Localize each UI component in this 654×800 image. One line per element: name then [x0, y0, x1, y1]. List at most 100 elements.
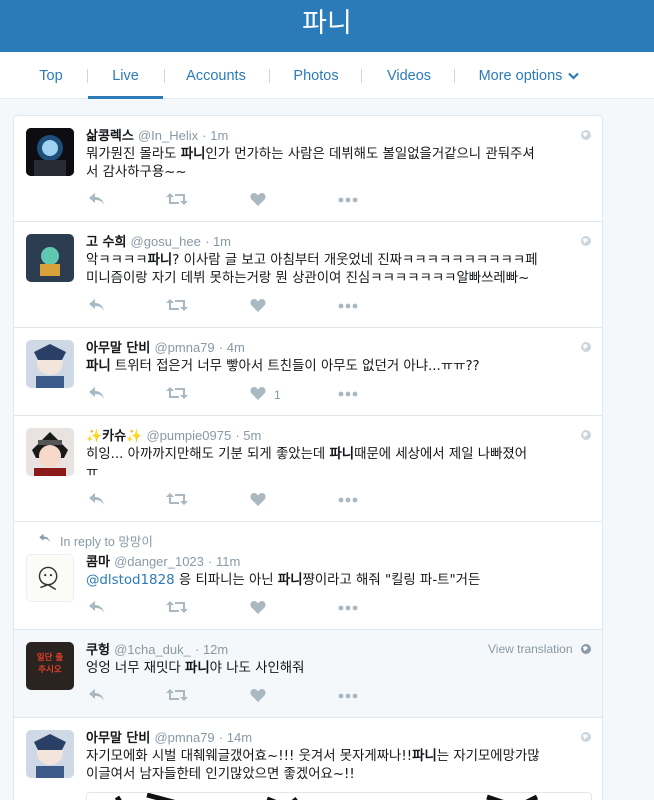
tweet-actions	[86, 192, 386, 210]
more-icon[interactable]	[338, 303, 358, 309]
tweet-header: ✨카슈✨ @pumpie0975 · 5m	[86, 428, 261, 445]
tab-more-options[interactable]: More options	[474, 52, 584, 99]
tab-accounts[interactable]: Accounts	[180, 52, 252, 99]
tweet-actions: 1	[86, 386, 386, 404]
timestamp[interactable]: · 12m	[195, 642, 228, 657]
display-name[interactable]: 쿠헝	[86, 643, 110, 658]
like-icon[interactable]	[250, 492, 266, 506]
handle[interactable]: @pmna79	[154, 730, 214, 745]
timestamp[interactable]: · 4m	[219, 340, 245, 355]
tweet-text: 히잉... 아까까지만해도 기분 되게 좋았는데 파니때문에 세상에서 제일 나…	[86, 446, 596, 482]
tweet-actions	[86, 298, 386, 316]
tweet-header: 아무말 단비 @pmna79 · 4m	[86, 340, 245, 357]
tweet-text: 파니 트위터 접은거 너무 빻아서 트친들이 아무도 없던거 아냐...ㅠㅠ??	[86, 358, 596, 376]
tweet[interactable]: In reply to 망망이 콤마 @danger_1023 · 11m @d…	[14, 522, 602, 630]
search-title: 파니	[302, 8, 352, 39]
globe-icon	[581, 732, 591, 742]
more-icon[interactable]	[338, 693, 358, 699]
reply-icon[interactable]	[88, 298, 106, 312]
display-name[interactable]: 고 수희	[86, 235, 126, 250]
tab-divider	[454, 69, 455, 83]
avatar[interactable]	[26, 730, 74, 778]
avatar-text: 일단 출 추시오	[36, 653, 64, 675]
display-name[interactable]: 삶콩렉스	[86, 129, 134, 144]
retweet-icon[interactable]	[166, 298, 188, 312]
tweet[interactable]: 고 수희 @gosu_hee · 1m 악ㅋㅋㅋㅋ파니? 이사람 글 보고 아침…	[14, 222, 602, 328]
tweet[interactable]: 일단 출 추시오 쿠헝 @1cha_duk_ · 12m View transl…	[14, 630, 602, 718]
tweet-header: 삶콩렉스 @In_Helix · 1m	[86, 128, 228, 145]
handle[interactable]: @In_Helix	[138, 128, 198, 143]
reply-icon[interactable]	[88, 492, 106, 506]
like-icon[interactable]	[250, 298, 266, 312]
retweet-icon[interactable]	[166, 688, 188, 702]
more-icon[interactable]	[338, 197, 358, 203]
reply-icon[interactable]	[88, 688, 106, 702]
avatar[interactable]	[26, 128, 74, 176]
timestamp[interactable]: · 1m	[205, 234, 231, 249]
more-icon[interactable]	[338, 391, 358, 397]
timestamp[interactable]: · 14m	[219, 730, 252, 745]
display-name[interactable]: 아무말 단비	[86, 731, 150, 746]
timeline: 삶콩렉스 @In_Helix · 1m 뭐가뭔진 몰라도 파니인가 먼가하는 사…	[13, 115, 603, 800]
tab-divider	[164, 69, 165, 83]
handle[interactable]: @danger_1023	[114, 554, 204, 569]
tweet-line: 악ㅋㅋㅋㅋ파니? 이사람 글 보고 아침부터 개웃었네 진짜ㅋㅋㅋㅋㅋㅋㅋㅋㅋㅋ…	[86, 253, 538, 268]
tab-top[interactable]: Top	[32, 52, 70, 99]
chevron-down-icon	[568, 72, 580, 80]
display-name[interactable]: 콤마	[86, 555, 110, 570]
retweet-icon[interactable]	[166, 492, 188, 506]
tweet-actions	[86, 492, 386, 510]
handle[interactable]: @gosu_hee	[131, 234, 201, 249]
tweet-text: @dlstod1828 응 티파니는 아닌 파니쨩이라고 해줘 "킬링 파-트"…	[86, 572, 596, 590]
retweet-icon[interactable]	[166, 600, 188, 614]
avatar[interactable]	[26, 428, 74, 476]
timestamp[interactable]: · 11m	[208, 554, 240, 569]
reply-icon	[39, 533, 50, 543]
like-icon[interactable]	[250, 688, 266, 702]
tab-videos[interactable]: Videos	[381, 52, 437, 99]
tab-photos[interactable]: Photos	[288, 52, 344, 99]
avatar[interactable]	[26, 340, 74, 388]
timestamp[interactable]: · 5m	[235, 428, 261, 443]
display-name[interactable]: ✨카슈✨	[86, 429, 142, 444]
handle[interactable]: @pumpie0975	[146, 428, 231, 443]
tweet-line: 뭐가뭔진 몰라도 파니인가 먼가하는 사람은 데뷔해도 볼일없을거같으니 관둬주…	[86, 147, 535, 162]
globe-icon	[581, 644, 591, 654]
like-icon[interactable]	[250, 192, 266, 206]
avatar[interactable]	[26, 554, 74, 602]
display-name[interactable]: 아무말 단비	[86, 341, 150, 356]
reply-icon[interactable]	[88, 386, 106, 400]
tweet-line: 히잉... 아까까지만해도 기분 되게 좋았는데 파니때문에 세상에서 제일 나…	[86, 447, 528, 462]
handle[interactable]: @pmna79	[154, 340, 214, 355]
tweet-header: 고 수희 @gosu_hee · 1m	[86, 234, 231, 251]
tweet[interactable]: ✨카슈✨ @pumpie0975 · 5m 히잉... 아까까지만해도 기분 되…	[14, 416, 602, 522]
more-icon[interactable]	[338, 605, 358, 611]
tweet-text: 악ㅋㅋㅋㅋ파니? 이사람 글 보고 아침부터 개웃었네 진짜ㅋㅋㅋㅋㅋㅋㅋㅋㅋㅋ…	[86, 252, 596, 288]
view-translation-link[interactable]: View translation	[488, 642, 573, 656]
tweet-header: 콤마 @danger_1023 · 11m	[86, 554, 240, 571]
mention-link[interactable]: @dlstod1828	[86, 573, 175, 588]
retweet-icon[interactable]	[166, 192, 188, 206]
tweet-header: 아무말 단비 @pmna79 · 14m	[86, 730, 252, 747]
like-icon[interactable]	[250, 600, 266, 614]
retweet-icon[interactable]	[166, 386, 188, 400]
media-preview[interactable]	[86, 792, 592, 800]
tweet-text: 엉엉 너무 재밋다 파니야 나도 사인해줘	[86, 660, 596, 678]
avatar[interactable]	[26, 234, 74, 282]
tweet[interactable]: 삶콩렉스 @In_Helix · 1m 뭐가뭔진 몰라도 파니인가 먼가하는 사…	[14, 116, 602, 222]
tab-live[interactable]: Live	[88, 52, 163, 99]
tweet[interactable]: 아무말 단비 @pmna79 · 4m 파니 트위터 접은거 너무 빻아서 트친…	[14, 328, 602, 416]
reply-context[interactable]: In reply to 망망이	[39, 531, 153, 550]
tweet[interactable]: 아무말 단비 @pmna79 · 14m 자기모에화 시벌 대췌웨글갰어효~!!…	[14, 718, 602, 800]
avatar[interactable]: 일단 출 추시오	[26, 642, 74, 690]
more-icon[interactable]	[338, 497, 358, 503]
reply-icon[interactable]	[88, 600, 106, 614]
tweet-actions	[86, 600, 386, 618]
like-count: 1	[274, 388, 281, 402]
handle[interactable]: @1cha_duk_	[114, 642, 191, 657]
tweet-header: 쿠헝 @1cha_duk_ · 12m	[86, 642, 228, 659]
reply-icon[interactable]	[88, 192, 106, 206]
tweet-line: @dlstod1828 응 티파니는 아닌 파니쨩이라고 해줘 "킬링 파-트"…	[86, 573, 481, 588]
timestamp[interactable]: · 1m	[202, 128, 228, 143]
like-icon[interactable]	[250, 386, 266, 400]
